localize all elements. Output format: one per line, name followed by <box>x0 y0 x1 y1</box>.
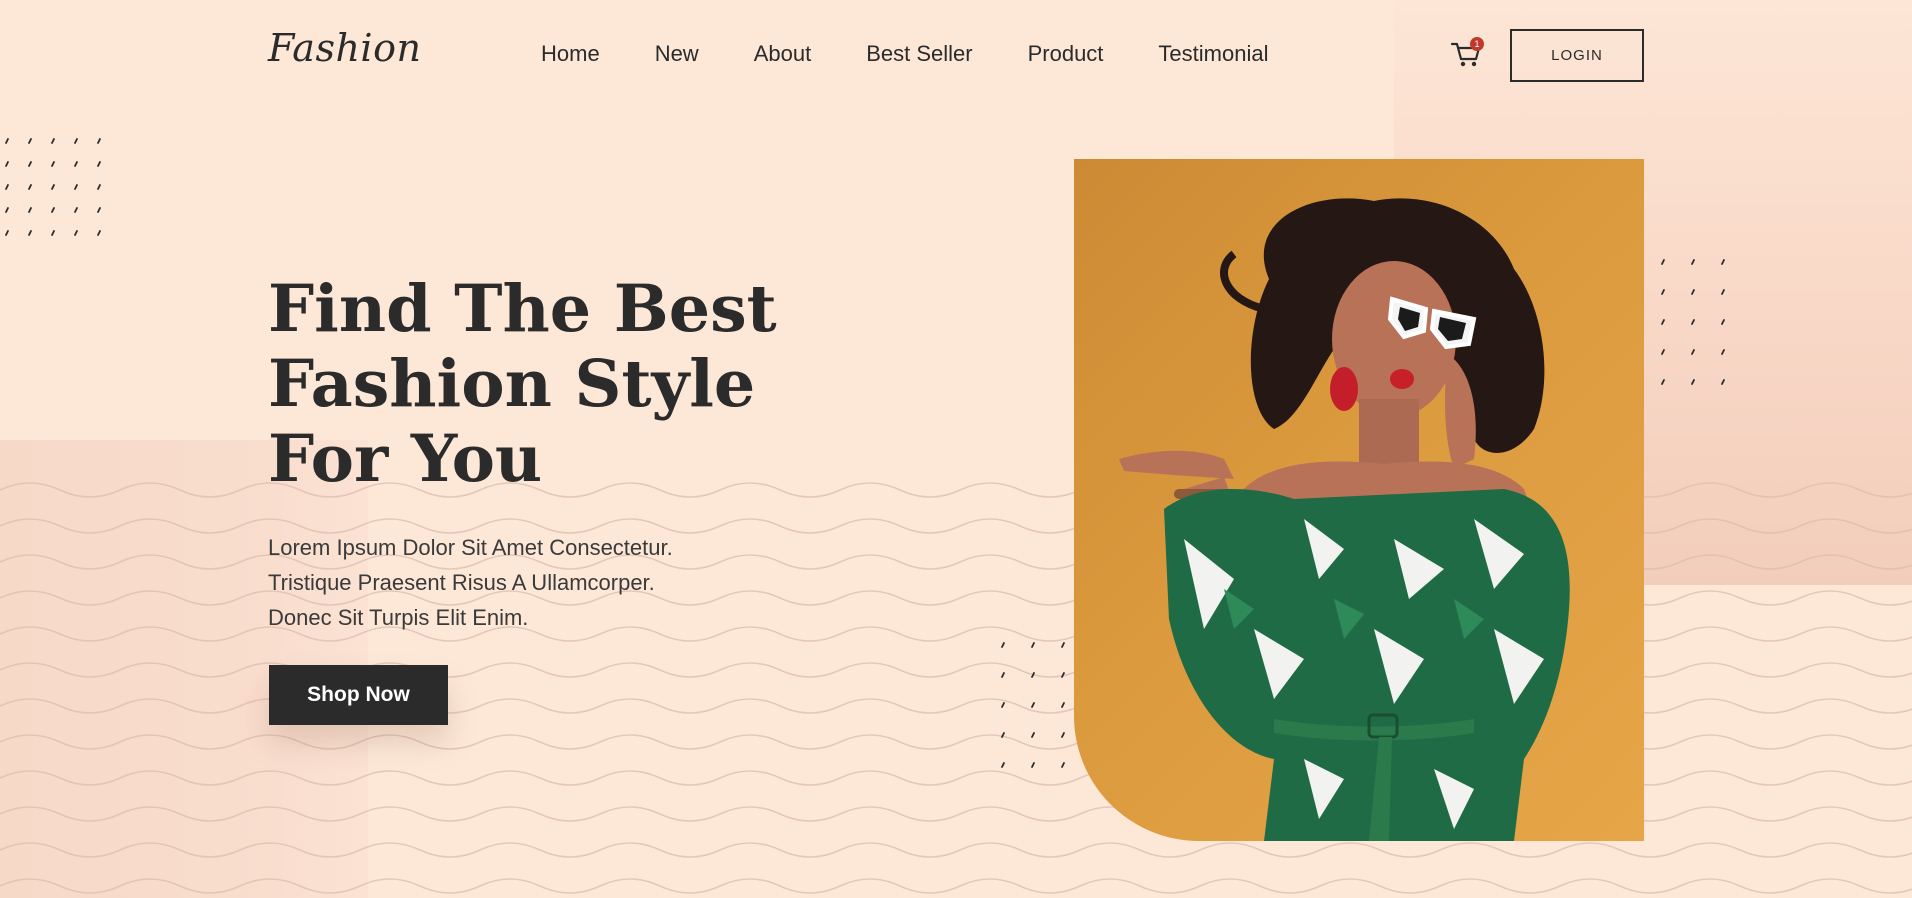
dot <box>1661 319 1665 325</box>
nav-item-best-seller[interactable]: Best Seller <box>866 41 972 67</box>
dot <box>1031 672 1035 678</box>
dot <box>28 184 32 190</box>
dot <box>1031 702 1035 708</box>
dot <box>74 207 78 213</box>
nav-item-new[interactable]: New <box>655 41 699 67</box>
model-illustration <box>1119 198 1570 841</box>
hero-description: Lorem Ipsum Dolor Sit Amet Consectetur. … <box>268 530 673 635</box>
dot <box>51 138 55 144</box>
dot <box>97 138 101 144</box>
dot <box>51 184 55 190</box>
hero-description-line: Tristique Praesent Risus A Ullamcorper. <box>268 570 655 595</box>
dot <box>1031 762 1035 768</box>
dot <box>51 161 55 167</box>
logo[interactable]: Fashion <box>268 26 421 70</box>
dot <box>97 161 101 167</box>
dot <box>1661 349 1665 355</box>
dot <box>1061 642 1065 648</box>
dot <box>1061 672 1065 678</box>
dot <box>1031 732 1035 738</box>
dot <box>28 138 32 144</box>
dot <box>1031 642 1035 648</box>
dot <box>97 230 101 236</box>
nav-item-about[interactable]: About <box>754 41 812 67</box>
dot <box>1061 762 1065 768</box>
dot <box>28 161 32 167</box>
main-nav: Home New About Best Seller Product Testi… <box>541 41 1268 67</box>
dot <box>1721 349 1725 355</box>
dot <box>1691 319 1695 325</box>
dot <box>51 207 55 213</box>
dot <box>5 138 9 144</box>
hero-description-line: Donec Sit Turpis Elit Enim. <box>268 605 529 630</box>
dot <box>28 207 32 213</box>
dot <box>5 230 9 236</box>
dot <box>1691 379 1695 385</box>
dot <box>74 161 78 167</box>
dot <box>28 230 32 236</box>
dot <box>1661 259 1665 265</box>
dot <box>74 138 78 144</box>
cart-count-badge: 1 <box>1470 37 1484 51</box>
dot <box>5 184 9 190</box>
nav-item-testimonial[interactable]: Testimonial <box>1158 41 1268 67</box>
hero-description-line: Lorem Ipsum Dolor Sit Amet Consectetur. <box>268 535 673 560</box>
dot <box>97 207 101 213</box>
hero-model-photo <box>1074 159 1644 841</box>
hero-title-line: For You <box>268 421 543 497</box>
login-button[interactable]: LOGIN <box>1510 29 1644 82</box>
dot <box>5 161 9 167</box>
dot <box>1061 702 1065 708</box>
dot <box>1001 672 1005 678</box>
dot <box>97 184 101 190</box>
dot <box>1061 732 1065 738</box>
dot <box>74 230 78 236</box>
hero-title-line: Find The Best <box>268 271 777 347</box>
dot <box>51 230 55 236</box>
nav-item-product[interactable]: Product <box>1028 41 1104 67</box>
nav-item-home[interactable]: Home <box>541 41 600 67</box>
wave-line <box>0 878 1912 894</box>
dot <box>1001 642 1005 648</box>
dot <box>1721 259 1725 265</box>
dot <box>1001 732 1005 738</box>
dot <box>1721 319 1725 325</box>
wave-line <box>0 842 1912 858</box>
dot <box>1691 259 1695 265</box>
dot <box>1001 762 1005 768</box>
hero-title-line: Fashion Style <box>268 346 756 422</box>
hero-title: Find The Best Fashion Style For You <box>268 272 777 497</box>
dot <box>1691 349 1695 355</box>
dot-grid-top-left <box>5 138 101 236</box>
dot <box>1721 289 1725 295</box>
shop-now-button[interactable]: Shop Now <box>269 665 448 725</box>
dot <box>5 207 9 213</box>
dot <box>1001 702 1005 708</box>
dot <box>74 184 78 190</box>
dot <box>1661 289 1665 295</box>
dot <box>1661 379 1665 385</box>
dot <box>1721 379 1725 385</box>
dot <box>1691 289 1695 295</box>
